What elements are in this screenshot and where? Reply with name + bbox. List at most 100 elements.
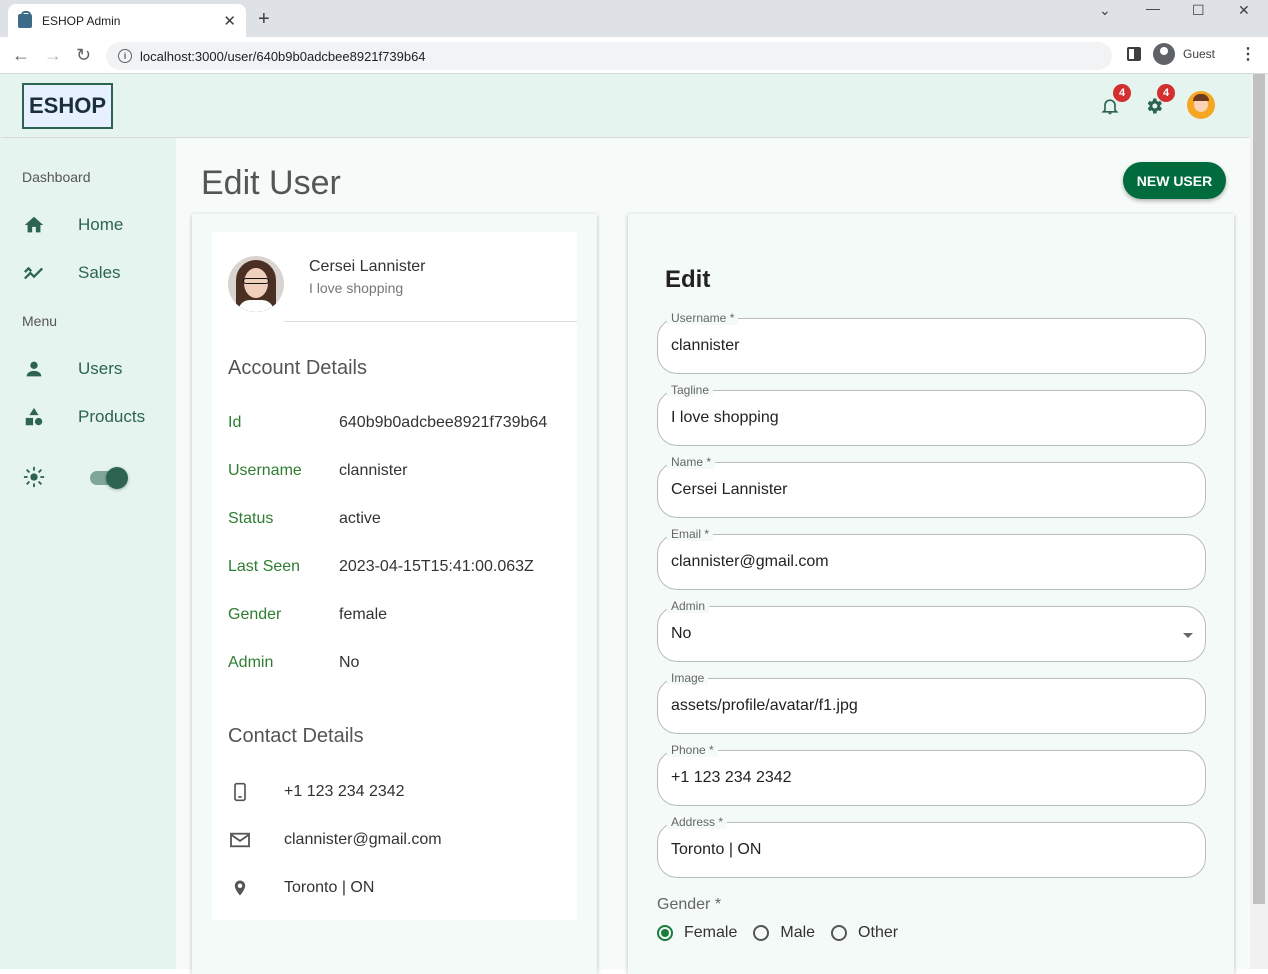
sidebar-item-label: Sales [78,263,121,282]
field-label: Phone * [667,743,718,757]
sidebar-item-sales[interactable]: Sales [22,261,121,285]
sidebar-item-label: Products [78,407,146,426]
gender-radio-female[interactable]: Female [657,924,737,942]
browser-profile[interactable]: Guest [1153,43,1215,65]
profile-label: Guest [1183,47,1216,61]
page-title: Edit User [201,164,341,202]
home-icon [22,213,46,237]
contact-address-value: Toronto | ON [284,879,375,896]
account-details-heading: Account Details [228,357,367,379]
image-field[interactable]: Image assets/profile/avatar/f1.jpg [657,671,1206,734]
contact-phone: +1 123 234 2342 [228,780,405,804]
sidebar-item-products[interactable]: Products [22,405,145,429]
browser-menu-icon[interactable]: ⋮ [1240,44,1256,64]
detail-key: Username [228,462,302,479]
radio-label: Male [780,924,816,941]
profile-photo [228,256,284,312]
site-info-icon[interactable]: i [118,49,132,63]
forward-icon[interactable]: → [44,45,62,66]
detail-row-gender: Gender female [228,606,568,626]
theme-toggle[interactable] [90,467,128,489]
email-field[interactable]: Email * clannister@gmail.com [657,527,1206,590]
address-field[interactable]: Address * Toronto | ON [657,815,1206,878]
page-scrollbar[interactable] [1250,74,1268,969]
field-label: Tagline [667,383,714,397]
field-value[interactable]: No [671,625,691,643]
field-value[interactable]: assets/profile/avatar/f1.jpg [671,697,858,715]
trending-icon [22,261,46,285]
user-profile-panel: Cersei Lannister I love shopping Account… [212,232,577,920]
new-user-button[interactable]: NEW USER [1123,162,1226,199]
field-value[interactable]: +1 123 234 2342 [671,769,792,787]
user-profile-card: Cersei Lannister I love shopping Account… [192,214,597,974]
sidebar-section-menu: Menu [22,313,58,329]
field-value[interactable]: I love shopping [671,409,779,427]
main-content: Edit User NEW USER Cersei Lannister I lo… [176,138,1250,974]
contact-address: Toronto | ON [228,876,374,900]
tagline-field[interactable]: Tagline I love shopping [657,383,1206,446]
username-field[interactable]: Username * clannister [657,311,1206,374]
user-avatar[interactable] [1187,91,1215,119]
sidebar-item-label: Users [78,359,123,378]
sidebar: Dashboard Home Sales Menu Users Products [0,138,176,969]
tab-search-icon[interactable]: ⌄ [1099,2,1111,19]
url-text[interactable]: localhost:3000/user/640b9b0adcbee8921f73… [140,49,426,64]
sidebar-section-dashboard: Dashboard [22,169,91,185]
contact-email: clannister@gmail.com [228,828,442,852]
detail-row-admin: Admin No [228,654,568,674]
detail-value: female [339,606,388,623]
field-label: Address * [667,815,728,829]
edit-form-title: Edit [665,266,711,293]
radio-icon[interactable] [753,925,770,941]
sidebar-item-users[interactable]: Users [22,357,122,381]
gender-label: Gender * [657,896,722,913]
theme-indicator [22,465,78,489]
detail-key: Gender [228,606,282,623]
field-value[interactable]: Cersei Lannister [671,481,788,499]
notifications-badge: 4 [1113,84,1131,102]
side-panel-icon[interactable] [1127,47,1141,61]
back-icon[interactable]: ← [12,45,30,66]
close-tab-icon[interactable]: ✕ [223,12,236,30]
minimize-icon[interactable]: — [1146,0,1160,16]
radio-label: Female [684,924,738,941]
new-tab-icon[interactable]: + [258,8,270,31]
edit-user-card: Edit Username * clannister Tagline I lov… [628,214,1234,974]
gender-radio-other[interactable]: Other [831,924,898,942]
dropdown-arrow-icon[interactable] [1183,633,1193,638]
scrollbar-thumb[interactable] [1253,74,1265,904]
category-icon [22,405,46,429]
person-icon [22,357,46,381]
detail-key: Status [228,510,274,527]
radio-icon[interactable] [831,925,848,941]
field-label: Admin [667,599,710,613]
profile-name: Cersei Lannister [309,258,426,275]
gender-radio-male[interactable]: Male [753,924,815,942]
field-value[interactable]: clannister@gmail.com [671,553,829,571]
radio-selected-icon[interactable] [657,925,673,941]
app-header: ESHOP 4 4 [0,74,1250,137]
detail-row-status: Status active [228,510,568,530]
sidebar-item-label: Home [78,215,124,234]
close-window-icon[interactable]: ✕ [1238,2,1250,19]
field-value[interactable]: clannister [671,337,739,355]
browser-tab[interactable]: ESHOP Admin ✕ [8,4,246,37]
profile-tagline: I love shopping [309,280,404,296]
address-bar[interactable]: i localhost:3000/user/640b9b0adcbee8921f… [106,42,1112,70]
reload-icon[interactable]: ↻ [76,45,91,66]
mail-icon [228,828,252,852]
field-label: Email * [667,527,714,541]
detail-value: active [339,510,381,527]
maximize-icon[interactable]: ☐ [1192,2,1205,19]
admin-select[interactable]: Admin No [657,599,1206,662]
sidebar-item-home[interactable]: Home [22,213,123,237]
phone-field[interactable]: Phone * +1 123 234 2342 [657,743,1206,806]
field-value[interactable]: Toronto | ON [671,841,761,859]
phone-icon [228,780,252,804]
browser-tabbar: ESHOP Admin ✕ + ⌄ — ☐ ✕ [0,0,1268,37]
detail-row-id: Id 640b9b0adcbee8921f739b64 [228,414,568,434]
eshop-logo[interactable]: ESHOP [22,83,113,129]
detail-row-last-seen: Last Seen 2023-04-15T15:41:00.063Z [228,558,568,578]
name-field[interactable]: Name * Cersei Lannister [657,455,1206,518]
location-pin-icon [228,876,252,900]
